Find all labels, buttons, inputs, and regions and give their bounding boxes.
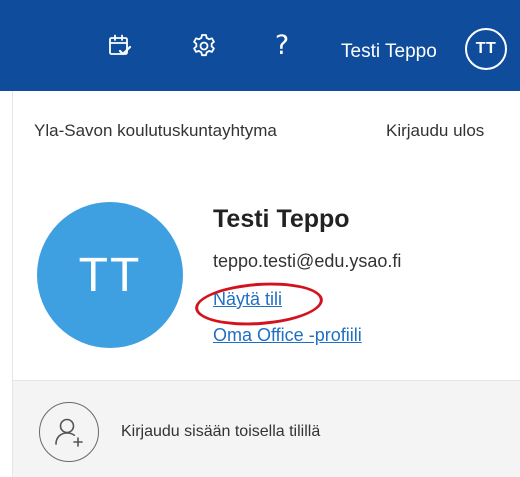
sign-out-link[interactable]: Kirjaudu ulos: [386, 121, 484, 141]
office-account-screen: ? Testi Teppo TT Yla-Savon koulutuskunta…: [0, 0, 520, 477]
view-account-link[interactable]: Näytä tili: [213, 289, 282, 310]
gear-icon[interactable]: [188, 30, 220, 62]
profile-avatar: TT: [37, 202, 183, 348]
header-avatar[interactable]: TT: [465, 28, 507, 70]
account-panel: Yla-Savon koulutuskuntayhtyma Kirjaudu u…: [12, 91, 520, 477]
calendar-check-icon[interactable]: [104, 30, 136, 62]
help-glyph: ?: [274, 30, 290, 61]
organization-name: Yla-Savon koulutuskuntayhtyma: [34, 121, 277, 140]
help-icon[interactable]: ?: [266, 30, 298, 62]
add-user-icon: [39, 402, 99, 462]
profile-email: teppo.testi@edu.ysao.fi: [213, 251, 402, 271]
header-bar: ? Testi Teppo TT: [0, 0, 520, 91]
header-user-name[interactable]: Testi Teppo: [341, 40, 437, 64]
office-profile-link[interactable]: Oma Office -profiili: [213, 325, 362, 346]
profile-name: Testi Teppo: [213, 205, 350, 233]
sign-in-other-account-label: Kirjaudu sisään toisella tilillä: [121, 423, 321, 440]
sign-in-other-account-row[interactable]: Kirjaudu sisään toisella tilillä: [13, 380, 520, 477]
